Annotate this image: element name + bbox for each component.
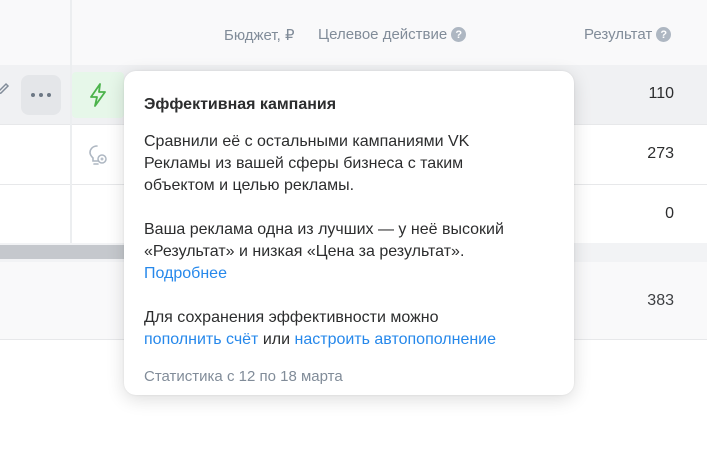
header-target-action[interactable]: Целевое действие ? [318,26,467,43]
more-button[interactable] [21,75,61,115]
question-circle-icon[interactable]: ? [451,27,467,42]
header-budget[interactable]: Бюджет, ₽ [224,26,294,44]
tooltip-keep-effective: Для сохранения эффективности можно попол… [144,307,554,351]
lightning-icon [90,83,106,107]
tooltip-performance-line: Ваша реклама одна из лучших — у неё высо… [144,221,504,238]
tooltip-description-line: объектом и целью рекламы. [144,177,355,194]
learn-more-link[interactable]: Подробнее [144,265,227,282]
tooltip-keep-line: Для сохранения эффективности можно [144,309,439,326]
result-value: 110 [648,85,674,102]
total-result-value: 383 [647,292,674,309]
question-circle-icon[interactable]: ? [656,27,672,42]
result-value: 0 [665,205,674,222]
more-dot [47,93,51,97]
header-budget-label: Бюджет, ₽ [224,27,295,44]
table-header: Бюджет, ₽ Целевое действие ? Результат ? [0,0,707,66]
or-text: или [262,331,291,348]
tooltip-description-line: Рекламы из вашей сферы бизнеса с таким [144,155,464,172]
effective-campaign-tooltip: Эффективная кампания Сравнили её с остал… [124,71,574,395]
tooltip-performance: Ваша реклама одна из лучших — у неё высо… [144,219,554,285]
more-horizontal-icon [31,93,35,97]
campaign-table-screen: Бюджет, ₽ Целевое действие ? Результат ?… [0,0,707,456]
auto-top-up-link[interactable]: настроить автопополнение [295,331,497,348]
column-divider [70,0,72,243]
more-dot [39,93,43,97]
tooltip-title: Эффективная кампания [144,96,337,113]
top-up-balance-link[interactable]: пополнить счёт [144,331,258,348]
pencil-icon[interactable] [0,82,10,96]
lightbulb-icon[interactable] [84,142,110,168]
scrollbar-thumb[interactable] [0,245,128,259]
tooltip-performance-line: «Результат» и низкая «Цена за результат»… [144,243,465,260]
tooltip-description-line: Сравнили её с остальными кампаниями VK [144,133,470,150]
tooltip-description: Сравнили её с остальными кампаниями VK Р… [144,131,554,197]
result-value: 273 [647,145,674,162]
effective-campaign-badge[interactable] [72,72,124,118]
stats-period: Статистика с 12 по 18 марта [144,368,343,385]
header-result[interactable]: Результат ? [584,26,672,43]
header-target-action-label: Целевое действие [318,26,448,43]
header-result-label: Результат [584,26,653,43]
